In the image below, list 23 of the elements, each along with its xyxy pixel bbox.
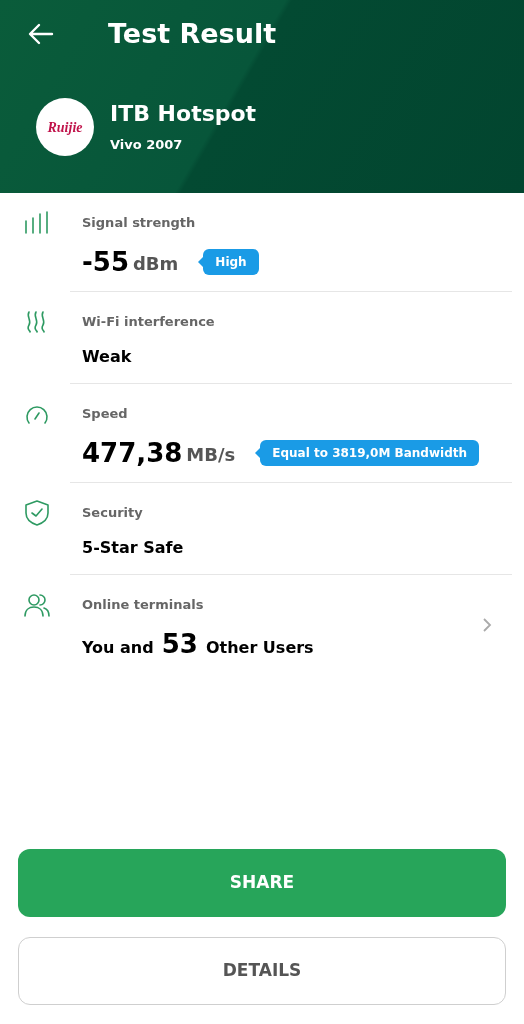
item-label: Wi-Fi interference — [82, 312, 216, 331]
network-name: ITB Hotspot — [110, 99, 257, 127]
value-text: Other Users — [205, 636, 314, 659]
signal-bars-icon — [23, 209, 51, 237]
unit-text: MB/s — [186, 445, 236, 464]
network-subtitle: Vivo 2007 — [110, 136, 184, 154]
item-label: Signal strength — [82, 214, 197, 232]
shield-check-icon — [23, 498, 51, 527]
users-icon — [23, 591, 51, 619]
logo-avatar: Ruijie — [36, 98, 94, 156]
item-label: Speed — [82, 405, 129, 423]
value-text: Weak — [82, 346, 133, 368]
back-arrow-icon[interactable] — [28, 23, 54, 45]
unit-text: dBm — [133, 254, 179, 273]
item-label: Online terminals — [82, 596, 205, 614]
item-label: Security — [82, 503, 144, 522]
details-button[interactable]: DETAILS — [18, 937, 506, 1005]
count-text: 53 — [161, 630, 198, 657]
page-title: Test Result — [108, 16, 277, 51]
value-text: You and — [82, 636, 154, 659]
value-text: 5-Star Safe — [82, 537, 185, 559]
value-text: 477,38 — [82, 439, 183, 466]
value-text: -55 — [82, 248, 129, 275]
